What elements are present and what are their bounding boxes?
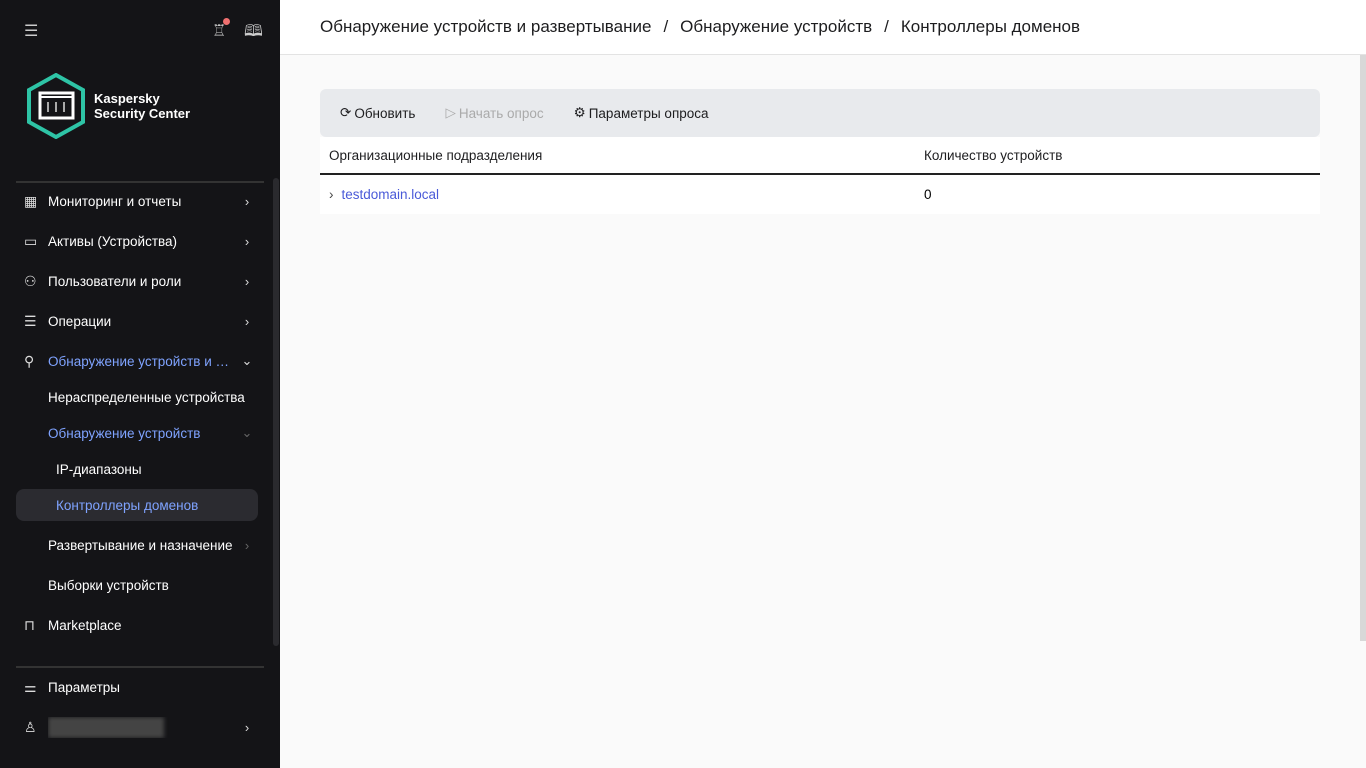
gear-icon: ⚙ (573, 105, 586, 120)
dashboard-icon: ▦ (24, 192, 38, 209)
search-icon: ⚲ (24, 352, 35, 369)
breadcrumb-item[interactable]: Обнаружение устройств (680, 17, 872, 37)
book-icon[interactable]: 🕮 (244, 22, 263, 42)
nav-device-discovery[interactable]: Обнаружение устройств ⌄ (16, 417, 258, 449)
device-count: 0 (924, 187, 932, 202)
nav-monitoring[interactable]: ▦ Мониторинг и отчеты › (16, 185, 258, 217)
chevron-down-icon: ⌄ (241, 425, 253, 440)
nav-ip-ranges[interactable]: IP-диапазоны (16, 453, 258, 485)
chevron-right-icon: › (244, 537, 250, 553)
user-icon: ♙ (24, 718, 37, 735)
chevron-right-icon: › (244, 719, 250, 735)
chevron-right-icon: › (244, 313, 250, 329)
refresh-icon: ⟳ (340, 105, 352, 120)
refresh-label: Обновить (354, 105, 416, 121)
nav-settings[interactable]: ⚌ Параметры (16, 671, 258, 703)
logo-line2: Security Center (94, 106, 191, 121)
nav-label: Параметры (48, 679, 120, 695)
breadcrumb: Обнаружение устройств и развертывание / О… (280, 0, 1366, 55)
nav-assets[interactable]: ▭ Активы (Устройства) › (16, 225, 258, 257)
poll-settings-label: Параметры опроса (588, 105, 709, 121)
nav-domain-controllers[interactable]: Контроллеры доменов (16, 489, 258, 521)
notification-bell-icon[interactable]: ♖ (212, 18, 231, 42)
users-icon: ⚇ (24, 272, 37, 289)
nav-label: Активы (Устройства) (48, 233, 178, 249)
breadcrumb-item[interactable]: Обнаружение устройств и развертывание (320, 17, 651, 37)
blurred-username (48, 716, 164, 738)
nav-label: Нераспределенные устройства (48, 389, 245, 405)
nav-label: Пользователи и роли (48, 273, 182, 289)
nav-label: Операции (48, 313, 112, 329)
nav-users[interactable]: ⚇ Пользователи и роли › (16, 265, 258, 297)
domain-link[interactable]: testdomain.local (342, 187, 440, 202)
poll-settings-button[interactable]: ⚙ Параметры опроса (574, 105, 709, 121)
logo: Kaspersky Security Center (26, 73, 190, 139)
nav-label: Выборки устройств (48, 577, 169, 593)
nav-unassigned[interactable]: Нераспределенные устройства (16, 381, 258, 413)
nav-label: Контроллеры доменов (56, 497, 199, 513)
nav-operations[interactable]: ☰ Операции › (16, 305, 258, 337)
play-icon: ▷ (445, 105, 456, 120)
monitor-icon: ▭ (24, 232, 38, 249)
logo-line1: Kaspersky (94, 91, 160, 106)
chevron-right-icon: › (244, 273, 250, 289)
menu-icon[interactable]: ☰ (24, 22, 38, 42)
nav-label: Развертывание и назначение (48, 537, 233, 553)
start-poll-label: Начать опрос (458, 105, 544, 121)
bag-icon: ⊓ (24, 616, 35, 633)
user-account[interactable]: ♙ › (16, 711, 258, 743)
nav-label: Marketplace (48, 617, 122, 633)
table-header: Организационные подразделения Количество… (320, 137, 1320, 175)
nav-label: Мониторинг и отчеты (48, 193, 182, 209)
main-scrollbar[interactable] (1360, 55, 1366, 641)
sidebar: ☰ ♖ 🕮 Kaspersky Security Center ▦ Монитори… (0, 0, 280, 768)
expand-chevron-icon[interactable]: › (329, 187, 334, 202)
start-poll-button[interactable]: ▷ Начать опрос (445, 105, 543, 121)
nav-label: IP-диапазоны (56, 461, 142, 477)
column-header-ou[interactable]: Организационные подразделения (320, 147, 916, 163)
toolbar: ⟳ Обновить ▷ Начать опрос ⚙ Параметры опрос… (320, 89, 1320, 137)
chevron-right-icon: › (244, 233, 250, 249)
breadcrumb-current: Контроллеры доменов (900, 17, 1081, 36)
nav-deployment[interactable]: Развертывание и назначение › (16, 529, 258, 561)
kaspersky-logo-icon (27, 73, 85, 139)
sidebar-scrollbar[interactable] (273, 178, 279, 646)
nav-label: Обнаружение устройств и развертывание (48, 353, 236, 369)
domain-table: Организационные подразделения Количество… (320, 137, 1320, 214)
nav-discovery[interactable]: ⚲ Обнаружение устройств и развертывание ⌄ (16, 345, 258, 377)
nav-selections[interactable]: Выборки устройств (16, 569, 258, 601)
nav-label: Обнаружение устройств (48, 425, 201, 441)
table-row[interactable]: › testdomain.local 0 (320, 175, 1320, 214)
chevron-right-icon: › (244, 193, 250, 209)
refresh-button[interactable]: ⟳ Обновить (340, 105, 415, 121)
column-header-count[interactable]: Количество устройств (916, 148, 1320, 163)
nav-marketplace[interactable]: ⊓ Marketplace (16, 609, 258, 641)
chevron-down-icon: ⌄ (241, 353, 253, 368)
server-icon: ☰ (24, 312, 37, 329)
sliders-icon: ⚌ (24, 678, 37, 695)
